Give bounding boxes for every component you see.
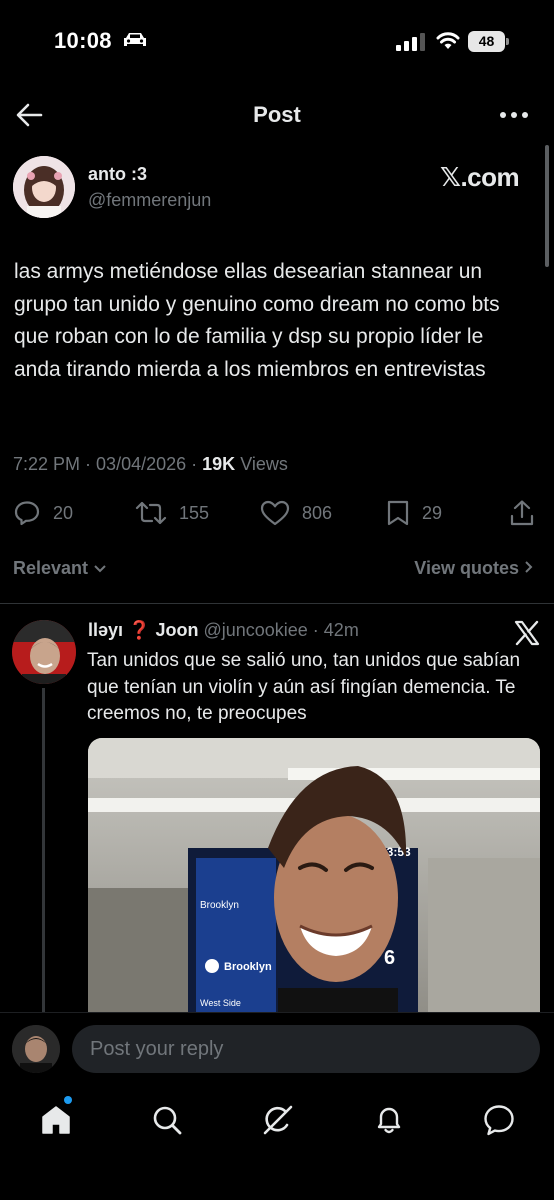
post-time: 7:22 PM (13, 454, 81, 474)
reply-text: Tan unidos que se salió uno, tan unidos … (87, 650, 521, 724)
home-icon (42, 1106, 70, 1134)
car-icon (124, 33, 146, 46)
chevron-right-icon (525, 561, 533, 573)
reply-input[interactable] (72, 1025, 540, 1073)
tab-grok[interactable] (258, 1100, 298, 1140)
tab-messages[interactable] (479, 1100, 519, 1140)
media-digit: 6 (384, 947, 395, 969)
author-handle[interactable]: @femmerenjun (88, 190, 211, 211)
reply-time: 42m (323, 620, 359, 640)
views-count[interactable]: 19K (202, 454, 235, 474)
source-label: 𝕏.com (440, 162, 520, 192)
home-notification-dot (64, 1096, 72, 1104)
reply-author-name[interactable]: llǝyı ❓ Joon (88, 620, 198, 640)
replies-sort-row: Relevant View quotes (0, 556, 554, 582)
media-sign-2: Brooklyn (224, 961, 272, 973)
reply-media-image[interactable]: Brooklyn Brooklyn West Side 23:53 6 (88, 738, 540, 1018)
reply-author[interactable]: llǝyı ❓ Joon @juncookiee · 42m (88, 620, 359, 641)
signal-icon (396, 33, 425, 51)
author-avatar[interactable] (13, 156, 75, 218)
page-title: Post (253, 102, 301, 127)
reply-compose-bar (0, 1012, 554, 1084)
wifi-icon (436, 32, 460, 49)
media-sign-1: Brooklyn (200, 900, 239, 911)
reply-icon (14, 501, 40, 526)
reply-button[interactable]: 20 (13, 498, 73, 528)
reply-author-handle[interactable]: @juncookiee (203, 620, 307, 640)
more-options-icon[interactable] (498, 104, 530, 126)
thread-line (42, 688, 45, 1018)
author-name[interactable]: anto :3 (88, 164, 147, 185)
heart-icon (260, 500, 290, 526)
scrollbar[interactable] (545, 145, 549, 267)
repost-icon (135, 501, 167, 525)
share-button[interactable] (509, 498, 547, 528)
status-time: 10:08 (54, 28, 112, 53)
reply-avatar[interactable] (12, 620, 76, 684)
tab-home[interactable] (36, 1100, 76, 1140)
post-actions: 20 155 806 29 (0, 498, 554, 528)
bookmark-count: 29 (422, 502, 443, 523)
view-quotes-label: View quotes (414, 558, 519, 578)
post-meta: 7:22 PM · 03/04/2026 · 19K Views (13, 454, 288, 474)
share-icon (510, 500, 534, 526)
sort-dropdown[interactable]: Relevant (13, 558, 107, 579)
view-quotes-link[interactable]: View quotes (414, 558, 534, 579)
like-count: 806 (302, 502, 333, 523)
like-button[interactable]: 806 (260, 498, 332, 528)
bookmark-button[interactable]: 29 (386, 498, 442, 528)
battery-level: 48 (468, 31, 505, 52)
messages-icon (484, 1105, 514, 1136)
repost-button[interactable]: 155 (135, 498, 209, 528)
tab-search[interactable] (147, 1100, 187, 1140)
status-bar: 10:08 48 (0, 0, 554, 86)
repost-count: 155 (179, 502, 210, 523)
bookmark-icon (387, 500, 409, 526)
post-text: las armys metiéndose ellas desearian sta… (14, 260, 500, 381)
views-label: Views (240, 454, 288, 474)
post-date: 03/04/2026 (96, 454, 187, 474)
chevron-down-icon (94, 565, 106, 573)
post-header: Post (0, 92, 554, 138)
search-icon (153, 1106, 182, 1135)
notifications-icon (377, 1107, 401, 1134)
tab-notifications[interactable] (369, 1100, 409, 1140)
my-avatar[interactable] (12, 1025, 60, 1073)
media-sign-3: West Side (200, 998, 241, 1008)
bottom-tab-bar (0, 1084, 554, 1200)
grok-icon (263, 1105, 293, 1135)
x-logo-icon (514, 620, 540, 646)
sort-label: Relevant (13, 558, 89, 578)
reply-count: 20 (53, 502, 74, 523)
divider (0, 603, 554, 604)
battery-indicator: 48 (468, 31, 509, 52)
